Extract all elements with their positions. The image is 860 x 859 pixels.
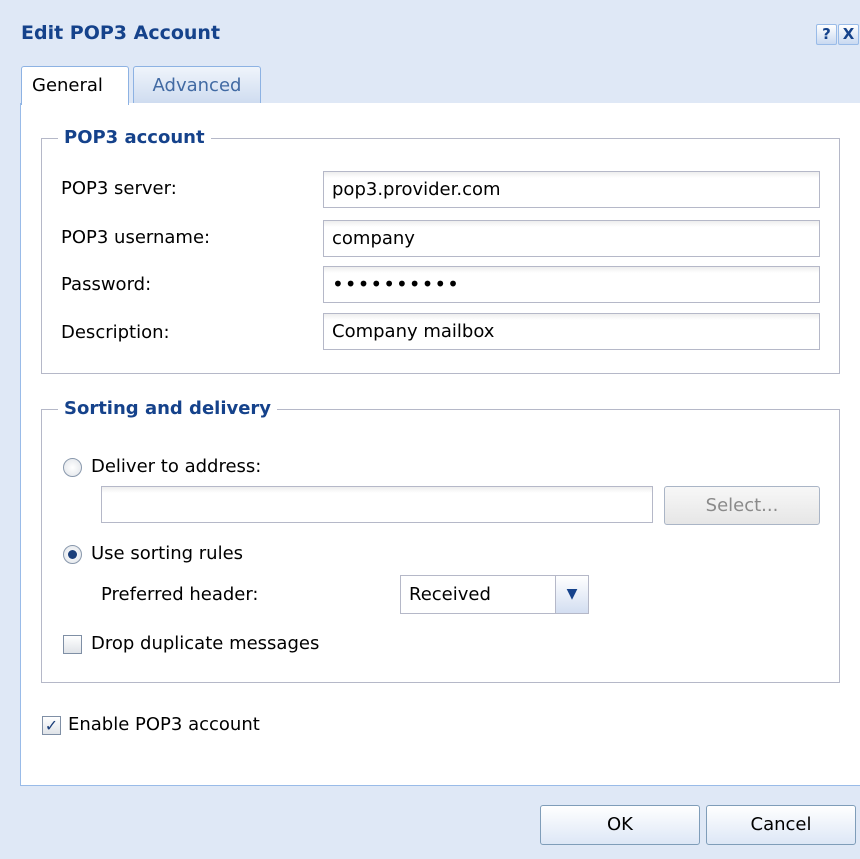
close-icon[interactable]: X — [838, 24, 859, 45]
dialog-title: Edit POP3 Account — [21, 22, 221, 44]
help-icon[interactable]: ? — [816, 24, 837, 45]
preferred-header-select[interactable]: Received ▼ — [400, 575, 589, 614]
deliver-to-address-radio[interactable] — [63, 458, 82, 477]
edit-pop3-account-dialog: Edit POP3 Account ? X General Advanced P… — [0, 0, 860, 859]
pop3-username-input[interactable]: company — [323, 220, 820, 257]
password-label: Password: — [61, 274, 152, 295]
enable-pop3-label[interactable]: Enable POP3 account — [68, 713, 260, 737]
use-sorting-rules-label[interactable]: Use sorting rules — [91, 542, 243, 566]
dialog-titlebar[interactable]: Edit POP3 Account ? X — [0, 0, 860, 62]
ok-button[interactable]: OK — [540, 805, 700, 845]
deliver-address-input[interactable] — [101, 486, 653, 523]
drop-duplicates-label[interactable]: Drop duplicate messages — [91, 632, 319, 656]
tab-strip: General Advanced — [0, 62, 860, 105]
select-address-button[interactable]: Select... — [664, 486, 820, 525]
general-tab-panel: POP3 account POP3 server: pop3.provider.… — [20, 103, 860, 786]
cancel-button[interactable]: Cancel — [706, 805, 856, 845]
pop3-server-input[interactable]: pop3.provider.com — [323, 171, 820, 208]
preferred-header-value: Received — [409, 584, 491, 605]
tab-general[interactable]: General — [21, 66, 129, 105]
description-label: Description: — [61, 322, 170, 343]
pop3-account-fieldset: POP3 account POP3 server: pop3.provider.… — [41, 126, 840, 374]
chevron-down-icon[interactable]: ▼ — [555, 576, 588, 613]
use-sorting-rules-radio[interactable] — [63, 545, 82, 564]
pop3-username-label: POP3 username: — [61, 227, 211, 248]
preferred-header-label: Preferred header: — [101, 584, 259, 605]
sorting-delivery-legend: Sorting and delivery — [58, 397, 278, 421]
tab-advanced[interactable]: Advanced — [133, 66, 261, 103]
drop-duplicates-checkbox[interactable] — [63, 635, 82, 654]
pop3-server-label: POP3 server: — [61, 178, 177, 199]
description-input[interactable]: Company mailbox — [323, 313, 820, 350]
enable-pop3-checkbox[interactable]: ✓ — [42, 716, 61, 735]
deliver-to-address-label[interactable]: Deliver to address: — [91, 455, 261, 479]
sorting-delivery-fieldset: Sorting and delivery Deliver to address:… — [41, 397, 840, 683]
password-input[interactable]: •••••••••• — [323, 266, 820, 303]
pop3-account-legend: POP3 account — [58, 126, 211, 150]
